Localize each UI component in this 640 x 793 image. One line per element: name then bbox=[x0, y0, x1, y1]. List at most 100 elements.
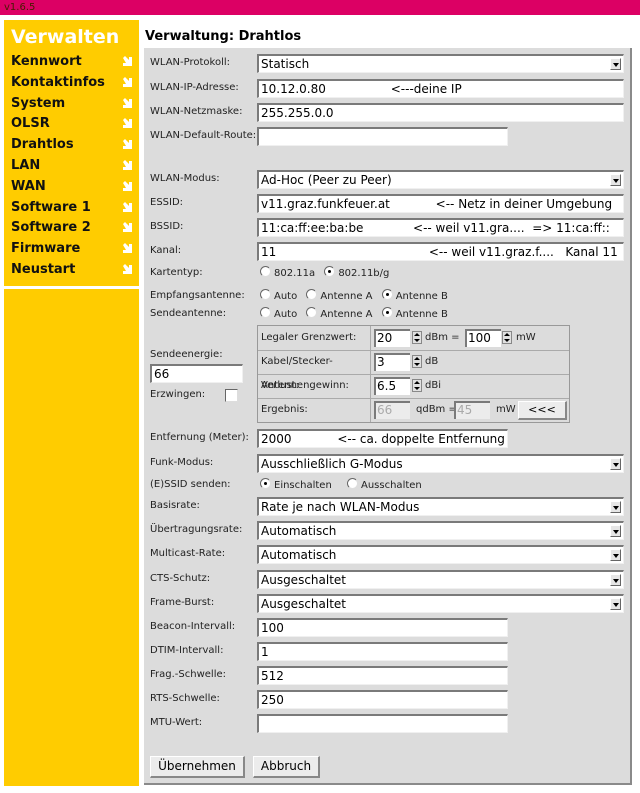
cable-loss-input[interactable]: 3 bbox=[374, 353, 410, 371]
sidebar-filler bbox=[4, 289, 139, 786]
radio-icon[interactable] bbox=[306, 289, 318, 300]
wlan-default-route-input[interactable] bbox=[257, 127, 508, 146]
chevron-down-icon[interactable] bbox=[610, 525, 621, 537]
radio-icon[interactable] bbox=[260, 266, 271, 277]
qdbm-equals-label: qdBm = bbox=[416, 404, 457, 415]
entfernung-input[interactable]: 2000 <-- ca. doppelte Entfernung bbox=[257, 429, 508, 448]
empfang-option-b[interactable]: Antenne B bbox=[381, 289, 448, 304]
sidebar-item-olsr[interactable]: OLSR bbox=[11, 114, 135, 134]
sende-option-a[interactable]: Antenne A bbox=[306, 307, 373, 322]
chevron-down-icon[interactable] bbox=[610, 501, 621, 513]
sidebar-item-lan[interactable]: LAN bbox=[11, 156, 135, 176]
dtim-intervall-input[interactable]: 1 bbox=[257, 642, 508, 661]
sidebar-item-label: Software 2 bbox=[11, 220, 91, 236]
kartentyp-radio-group: 802.11a 802.11b/g bbox=[260, 266, 395, 281]
cts-schutz-select[interactable]: Ausgeschaltet bbox=[257, 570, 624, 589]
sidebar-item-label: Neustart bbox=[11, 262, 76, 277]
radio-selected-icon[interactable] bbox=[381, 289, 393, 300]
radio-icon[interactable] bbox=[347, 478, 358, 489]
legal-mw-input[interactable]: 100 bbox=[465, 329, 501, 347]
option-label: Antenne A bbox=[320, 309, 373, 320]
antenna-gain-spinner[interactable] bbox=[412, 379, 422, 392]
essid-input[interactable]: v11.graz.funkfeuer.at <-- Netz in deiner… bbox=[257, 194, 624, 213]
cts-schutz-label: CTS-Schutz: bbox=[150, 573, 211, 584]
wlan-modus-select[interactable]: Ad-Hoc (Peer zu Peer) bbox=[257, 170, 624, 189]
legal-limit-row: Legaler Grenzwert: 20 dBm = 100 mW bbox=[258, 326, 569, 351]
result-qdbm-input: 66 bbox=[374, 401, 410, 419]
chevron-down-icon[interactable] bbox=[610, 58, 621, 70]
beacon-intervall-input[interactable]: 100 bbox=[257, 618, 508, 637]
funk-modus-label: Funk-Modus: bbox=[150, 457, 214, 468]
sidebar-item-label: WAN bbox=[11, 178, 46, 194]
sende-option-b[interactable]: Antenne B bbox=[381, 307, 448, 322]
funk-modus-select[interactable]: Ausschließlich G-Modus bbox=[257, 454, 624, 473]
kanal-input[interactable]: 11 <-- weil v11.graz.f.... Kanal 11 bbox=[257, 242, 624, 261]
basisrate-select[interactable]: Rate je nach WLAN-Modus bbox=[257, 497, 624, 516]
chevron-down-icon[interactable] bbox=[610, 174, 621, 186]
dbm-equals-label: dBm = bbox=[425, 332, 460, 343]
sende-option-auto[interactable]: Auto bbox=[260, 307, 297, 322]
sidebar-item-kennwort[interactable]: Kennwort bbox=[11, 52, 135, 72]
antenna-gain-input[interactable]: 6.5 bbox=[374, 377, 410, 395]
dbi-label: dBi bbox=[425, 380, 441, 391]
radio-selected-icon[interactable] bbox=[260, 478, 271, 489]
apply-power-button[interactable]: <<< bbox=[518, 401, 567, 420]
empfang-option-a[interactable]: Antenne A bbox=[306, 289, 373, 304]
radio-icon[interactable] bbox=[306, 307, 318, 318]
mtu-wert-input[interactable] bbox=[257, 714, 508, 733]
chevron-down-icon[interactable] bbox=[610, 549, 621, 561]
legal-dbm-input[interactable]: 20 bbox=[374, 329, 410, 347]
bssid-input[interactable]: 11:ca:ff:ee:ba:be <-- weil v11.gra.... =… bbox=[257, 218, 624, 237]
empfangsantenne-radio-group: Auto Antenne A Antenne B bbox=[260, 289, 454, 304]
sidebar-item-system[interactable]: System bbox=[11, 94, 135, 114]
arrow-down-right-icon bbox=[123, 264, 132, 274]
frag-schwelle-input[interactable]: 512 bbox=[257, 666, 508, 685]
apply-button[interactable]: Übernehmen bbox=[150, 756, 245, 778]
legal-mw-spinner[interactable] bbox=[502, 331, 512, 344]
kartentyp-label: Kartentyp: bbox=[150, 267, 203, 278]
radio-selected-icon[interactable] bbox=[381, 307, 393, 318]
arrow-down-right-icon bbox=[123, 243, 132, 254]
arrow-down-right-icon bbox=[123, 139, 132, 150]
radio-selected-icon[interactable] bbox=[324, 266, 336, 277]
wlan-netmask-input[interactable]: 255.255.0.0 bbox=[257, 103, 624, 122]
multicast-rate-value: Automatisch bbox=[261, 548, 337, 562]
erzwingen-checkbox[interactable] bbox=[225, 389, 238, 402]
option-label: Auto bbox=[274, 291, 298, 302]
empfang-option-auto[interactable]: Auto bbox=[260, 289, 297, 304]
rts-schwelle-input[interactable]: 250 bbox=[257, 690, 508, 709]
sidebar-item-wan[interactable]: WAN bbox=[11, 177, 135, 197]
essid-senden-off[interactable]: Ausschalten bbox=[347, 478, 422, 493]
option-label: Antenne B bbox=[395, 309, 448, 320]
multicast-rate-select[interactable]: Automatisch bbox=[257, 545, 624, 564]
wlan-protokoll-select[interactable]: Statisch bbox=[257, 54, 624, 73]
essid-senden-on[interactable]: Einschalten bbox=[260, 478, 332, 493]
sendeantenne-label: Sendeantenne: bbox=[150, 308, 227, 319]
entfernung-label: Entfernung (Meter): bbox=[150, 432, 249, 443]
power-calculator: Legaler Grenzwert: 20 dBm = 100 mW Kabel… bbox=[257, 325, 570, 423]
kartentyp-option-bg[interactable]: 802.11b/g bbox=[324, 266, 389, 281]
cable-loss-spinner[interactable] bbox=[412, 355, 422, 368]
sidebar-item-software-2[interactable]: Software 2 bbox=[11, 218, 135, 238]
sidebar-item-software-1[interactable]: Software 1 bbox=[11, 198, 135, 218]
frag-schwelle-label: Frag.-Schwelle: bbox=[150, 669, 226, 680]
kartentyp-option-a[interactable]: 802.11a bbox=[260, 266, 315, 281]
frame-burst-select[interactable]: Ausgeschaltet bbox=[257, 594, 624, 613]
cancel-button[interactable]: Abbruch bbox=[253, 756, 320, 778]
chevron-down-icon[interactable] bbox=[610, 598, 621, 610]
sidebar-item-kontaktinfos[interactable]: Kontaktinfos bbox=[11, 73, 135, 93]
chevron-down-icon[interactable] bbox=[610, 574, 621, 586]
legal-dbm-spinner[interactable] bbox=[412, 331, 422, 344]
sidebar-item-label: Drahtlos bbox=[11, 137, 74, 153]
radio-icon[interactable] bbox=[260, 289, 271, 300]
sendeenergie-input[interactable]: 66 bbox=[150, 364, 243, 383]
sidebar-item-neustart[interactable]: Neustart bbox=[11, 260, 135, 280]
db-label: dB bbox=[425, 356, 439, 367]
uebertragungsrate-select[interactable]: Automatisch bbox=[257, 521, 624, 540]
radio-icon[interactable] bbox=[260, 307, 271, 318]
sidebar-item-label: Kontaktinfos bbox=[11, 74, 105, 90]
sidebar-item-firmware[interactable]: Firmware bbox=[11, 239, 135, 259]
sidebar-item-drahtlos[interactable]: Drahtlos bbox=[11, 135, 135, 155]
wlan-ip-input[interactable]: 10.12.0.80 <---deine IP bbox=[257, 79, 624, 98]
chevron-down-icon[interactable] bbox=[610, 458, 621, 470]
